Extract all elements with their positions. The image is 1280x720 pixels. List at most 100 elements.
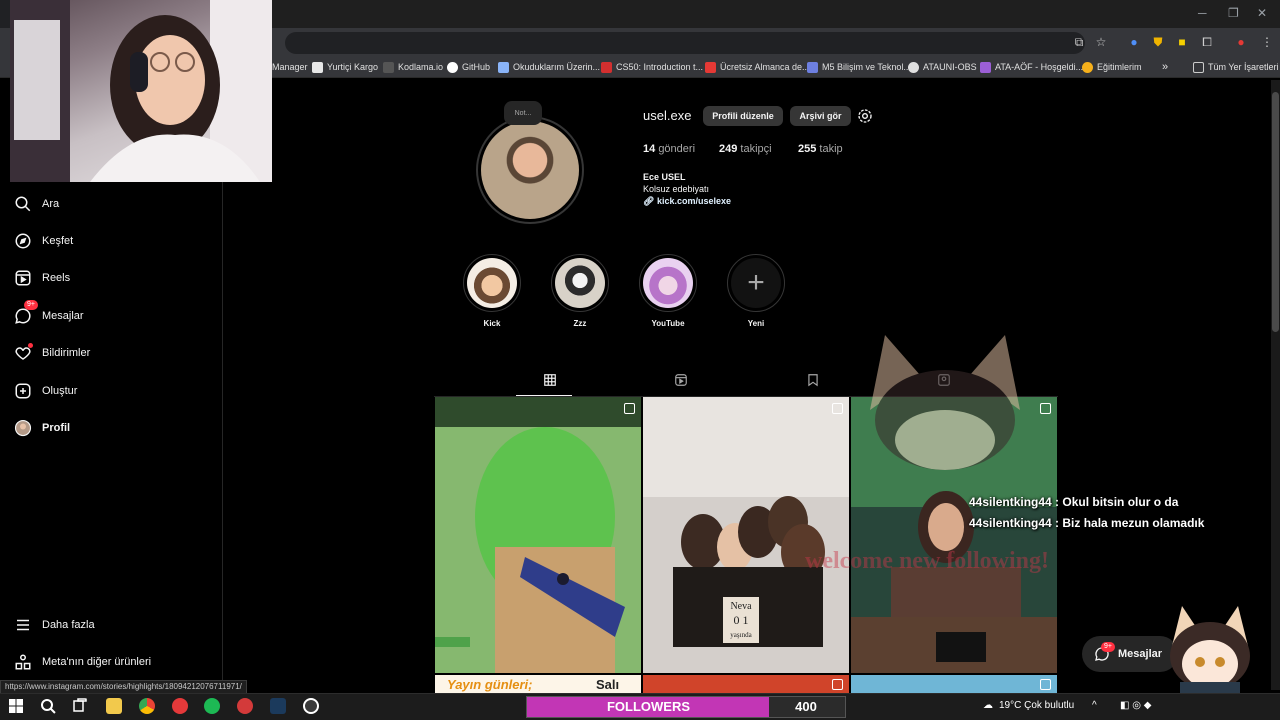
profile-bio: Kolsuz edebiyatı xyxy=(643,184,710,194)
sidebar-item-reels[interactable]: Reels xyxy=(14,267,70,289)
photo-sign-sub: yaşında xyxy=(730,631,752,639)
post-caption: Yayın günleri; xyxy=(447,677,533,692)
link-icon: 🔗︎ xyxy=(643,196,657,206)
bookmark[interactable]: Okuduklarım Üzerin... xyxy=(498,59,600,75)
minimize-icon[interactable]: ─ xyxy=(1198,6,1207,20)
sidebar-item-notifications[interactable]: Bildirimler xyxy=(14,342,90,364)
sidebar-item-label: Oluştur xyxy=(42,385,78,397)
app-icon[interactable] xyxy=(172,698,188,714)
notification-badge: 9+ xyxy=(24,300,38,310)
new-highlight-button[interactable]: + Yeni xyxy=(726,254,786,328)
extension-icon[interactable]: ● xyxy=(1126,34,1142,50)
post-tile[interactable] xyxy=(851,675,1057,693)
extension-icon[interactable]: ■ xyxy=(1174,34,1190,50)
sidebar-item-search[interactable]: Ara xyxy=(14,193,59,215)
overlay-welcome-text: welcome new following! xyxy=(805,548,1049,574)
chevron-up-icon[interactable]: ^ xyxy=(1092,700,1097,711)
tab-saved-icon[interactable] xyxy=(806,373,820,387)
shield-icon[interactable]: ⛊ xyxy=(1150,34,1166,50)
profile-link[interactable]: 🔗︎ kick.com/uselexe xyxy=(643,196,731,207)
following-stat[interactable]: 255 takip xyxy=(798,143,843,155)
bookmark[interactable]: Yurtiçi Kargo xyxy=(312,59,378,75)
close-icon[interactable]: ✕ xyxy=(1257,6,1267,20)
address-bar[interactable] xyxy=(285,32,1085,54)
sidebar-item-label: Reels xyxy=(42,272,71,284)
highlight-cover xyxy=(555,258,605,308)
menu-icon[interactable]: ⋮ xyxy=(1259,34,1275,50)
steam-icon[interactable] xyxy=(270,698,286,714)
star-icon[interactable]: ☆ xyxy=(1093,34,1109,50)
highlight-cover xyxy=(467,258,517,308)
bookmark[interactable]: Eğitimlerim xyxy=(1082,59,1142,75)
bookmark[interactable]: Manager xyxy=(272,59,308,75)
sidebar-item-meta[interactable]: Meta'nın diğer ürünleri xyxy=(14,651,151,673)
task-view-icon[interactable] xyxy=(72,698,88,714)
weather-widget[interactable]: ☁ 19°C Çok bulutlu xyxy=(983,700,1074,711)
puzzle-icon[interactable]: ⧠ xyxy=(1199,34,1215,50)
highlight-label: Yeni xyxy=(747,319,765,328)
note-text: Not... xyxy=(514,109,532,117)
restore-icon[interactable]: ❐ xyxy=(1228,6,1239,20)
sidebar-item-messages[interactable]: 9+ Mesajlar xyxy=(14,300,84,327)
highlight-item[interactable]: YouTube xyxy=(638,254,698,328)
bookmark[interactable]: Kodlama.io xyxy=(383,59,443,75)
webcam-image xyxy=(10,0,272,182)
followers-stat[interactable]: 249 takipçi xyxy=(719,143,772,155)
bookmark[interactable]: ATA-AÖF - Hoşgeldi... xyxy=(980,59,1083,75)
reels-icon xyxy=(15,270,31,286)
highlight-item[interactable]: Kick xyxy=(462,254,522,328)
all-bookmarks[interactable]: Tüm Yer İşaretleri xyxy=(1193,59,1279,75)
edit-profile-button[interactable]: Profili düzenle xyxy=(703,106,783,126)
search-icon[interactable] xyxy=(40,698,56,714)
chrome-icon[interactable] xyxy=(139,698,155,714)
bookmark[interactable]: CS50: Introduction t... xyxy=(601,59,703,75)
meta-products-icon xyxy=(15,654,31,670)
hamburger-icon xyxy=(17,619,29,631)
bookmark[interactable]: ATAUNI-OBS xyxy=(908,59,977,75)
windows-start-icon[interactable] xyxy=(8,698,24,714)
settings-gear-icon[interactable] xyxy=(857,108,873,124)
mascot-character xyxy=(1170,606,1250,694)
post-tile[interactable]: Yayın günleri; Salı xyxy=(435,675,641,693)
tab-reels-icon[interactable] xyxy=(674,373,688,387)
bookmark[interactable]: GitHub xyxy=(447,59,490,75)
carousel-icon xyxy=(832,679,843,690)
search-icon xyxy=(15,196,31,212)
bookmark[interactable]: Ücretsiz Almanca de... xyxy=(705,59,810,75)
tab-strip xyxy=(272,0,1280,28)
app-icon[interactable] xyxy=(237,698,253,714)
carousel-icon xyxy=(832,403,843,414)
obs-icon[interactable] xyxy=(303,698,319,714)
profile-full-name: Ece USEL xyxy=(643,172,686,182)
post-tile[interactable]: Neva 0 1 yaşında xyxy=(643,397,849,673)
sidebar-item-label: Mesajlar xyxy=(42,310,84,322)
view-archive-button[interactable]: Arşivi gör xyxy=(790,106,851,126)
messages-pill-label: Mesajlar xyxy=(1118,648,1163,660)
chat-message: 44silentking44 : Biz hala mezun olamadık xyxy=(969,516,1205,530)
file-explorer-icon[interactable] xyxy=(106,698,122,714)
bookmarks-overflow[interactable]: » xyxy=(1162,59,1168,75)
sidebar-item-profile[interactable]: Profil xyxy=(14,417,70,439)
profile-avatar[interactable] xyxy=(481,121,579,219)
highlight-item[interactable]: Zzz xyxy=(550,254,610,328)
posts-stat: 14 gönderi xyxy=(643,143,696,155)
bookmark[interactable]: M5 Bilişim ve Teknol... xyxy=(807,59,911,75)
highlight-label: Zzz xyxy=(573,319,587,328)
tab-posts-grid-icon[interactable] xyxy=(543,373,557,387)
post-tile[interactable] xyxy=(643,675,849,693)
cast-icon[interactable]: ⧉ xyxy=(1071,34,1087,50)
carousel-icon xyxy=(1040,679,1051,690)
avatar xyxy=(14,419,32,437)
profile-username: usel.exe xyxy=(643,108,692,123)
sidebar-item-create[interactable]: Oluştur xyxy=(14,380,77,402)
tray-icons[interactable]: ◧ ◎ ◆ xyxy=(1120,700,1151,711)
note-bubble[interactable]: Not... xyxy=(504,101,542,125)
sidebar-item-more[interactable]: Daha fazla xyxy=(14,614,95,636)
post-tile[interactable] xyxy=(435,397,641,673)
scrollbar-thumb[interactable] xyxy=(1272,92,1279,332)
status-bar-url: https://www.instagram.com/stories/highli… xyxy=(0,680,247,694)
profile-icon[interactable]: ● xyxy=(1233,34,1249,50)
compass-icon xyxy=(15,233,31,249)
sidebar-item-explore[interactable]: Keşfet xyxy=(14,230,73,252)
spotify-icon[interactable] xyxy=(204,698,220,714)
